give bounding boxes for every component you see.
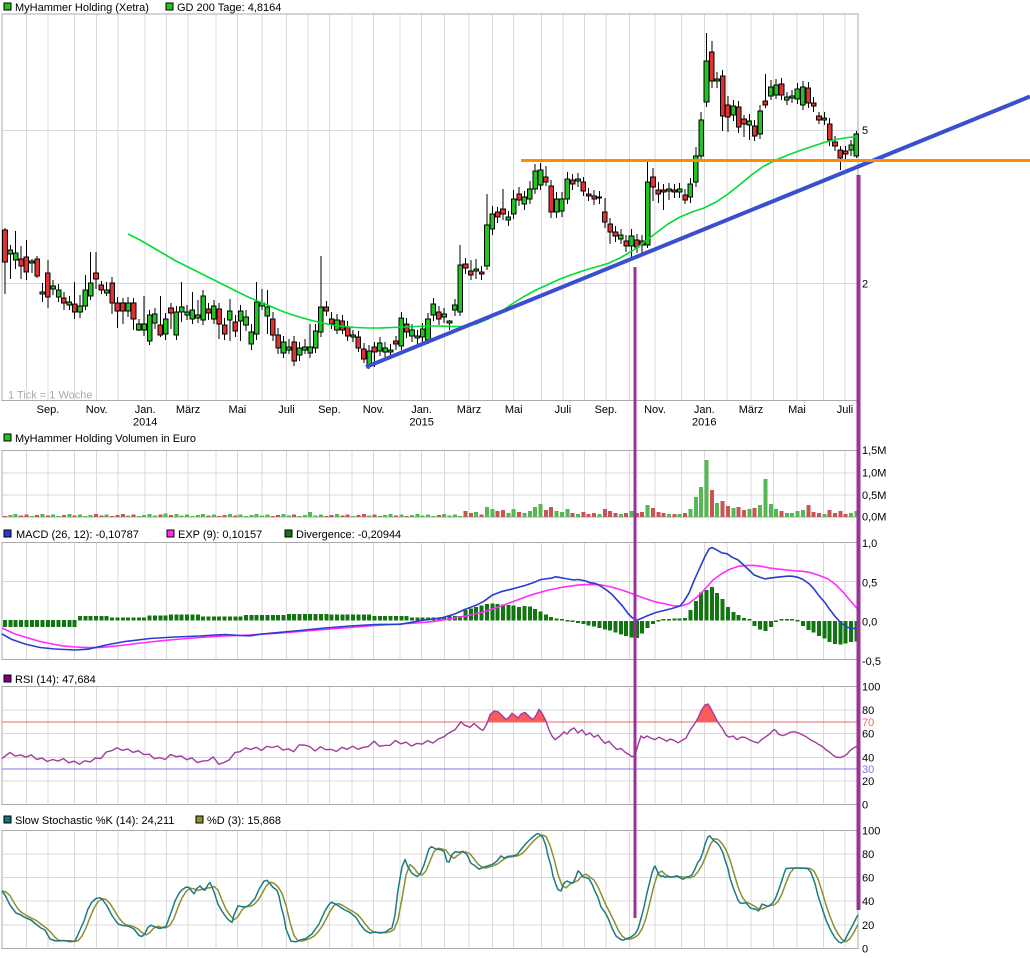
svg-text:Sep.: Sep. (595, 404, 618, 416)
svg-text:0,5M: 0,5M (862, 490, 886, 502)
svg-text:Juli: Juli (278, 404, 295, 416)
svg-text:100: 100 (862, 682, 880, 694)
svg-text:Jan.: Jan. (694, 404, 715, 416)
svg-text:März: März (457, 404, 481, 416)
svg-text:1,5M: 1,5M (862, 445, 886, 457)
svg-text:0: 0 (862, 799, 868, 811)
svg-text:Juli: Juli (555, 404, 572, 416)
svg-text:Nov.: Nov. (644, 404, 666, 416)
svg-text:1,0: 1,0 (862, 538, 877, 550)
svg-text:Sep.: Sep. (37, 404, 60, 416)
svg-text:2015: 2015 (409, 417, 433, 429)
svg-text:Mai: Mai (229, 404, 247, 416)
svg-text:2: 2 (862, 279, 868, 291)
svg-text:MyHammer Holding (Xetra): MyHammer Holding (Xetra) (15, 2, 149, 14)
svg-text:März: März (176, 404, 200, 416)
svg-text:80: 80 (862, 705, 874, 717)
svg-text:2016: 2016 (692, 417, 716, 429)
svg-text:20: 20 (862, 920, 874, 932)
svg-text:1 Tick = 1 Woche: 1 Tick = 1 Woche (8, 390, 92, 402)
svg-text:%D (3): 15,868: %D (3): 15,868 (207, 815, 281, 827)
svg-text:30: 30 (862, 764, 874, 776)
svg-text:60: 60 (862, 873, 874, 885)
svg-text:Jan.: Jan. (135, 404, 156, 416)
svg-text:Sep.: Sep. (318, 404, 341, 416)
svg-text:Divergence: -0,20944: Divergence: -0,20944 (296, 529, 401, 541)
svg-text:0,5: 0,5 (862, 578, 877, 590)
svg-text:0,0: 0,0 (862, 617, 877, 629)
svg-text:MACD (26, 12): -0,10787: MACD (26, 12): -0,10787 (16, 529, 139, 541)
svg-text:März: März (739, 404, 763, 416)
svg-text:-0,5: -0,5 (862, 656, 881, 668)
svg-text:60: 60 (862, 729, 874, 741)
svg-text:5: 5 (862, 125, 868, 137)
svg-text:2014: 2014 (133, 417, 157, 429)
svg-text:Nov.: Nov. (86, 404, 108, 416)
svg-text:0,0M: 0,0M (862, 512, 886, 524)
svg-text:70: 70 (862, 717, 874, 729)
svg-text:100: 100 (862, 825, 880, 837)
svg-text:40: 40 (862, 896, 874, 908)
svg-text:EXP (9): 0,10157: EXP (9): 0,10157 (178, 529, 262, 541)
svg-text:MyHammer Holding Volumen in Eu: MyHammer Holding Volumen in Euro (15, 433, 196, 445)
svg-text:Mai: Mai (788, 404, 806, 416)
svg-text:GD 200 Tage: 4,8164: GD 200 Tage: 4,8164 (177, 2, 281, 14)
svg-text:1,0M: 1,0M (862, 468, 886, 480)
svg-text:0: 0 (862, 944, 868, 956)
svg-text:Mai: Mai (505, 404, 523, 416)
svg-text:Nov.: Nov. (363, 404, 385, 416)
svg-text:20: 20 (862, 776, 874, 788)
svg-text:Jan.: Jan. (411, 404, 432, 416)
svg-text:Juli: Juli (837, 404, 854, 416)
svg-text:40: 40 (862, 752, 874, 764)
svg-text:Slow Stochastic %K (14): 24,21: Slow Stochastic %K (14): 24,211 (15, 815, 174, 827)
svg-text:80: 80 (862, 849, 874, 861)
svg-text:RSI (14): 47,684: RSI (14): 47,684 (15, 674, 96, 686)
